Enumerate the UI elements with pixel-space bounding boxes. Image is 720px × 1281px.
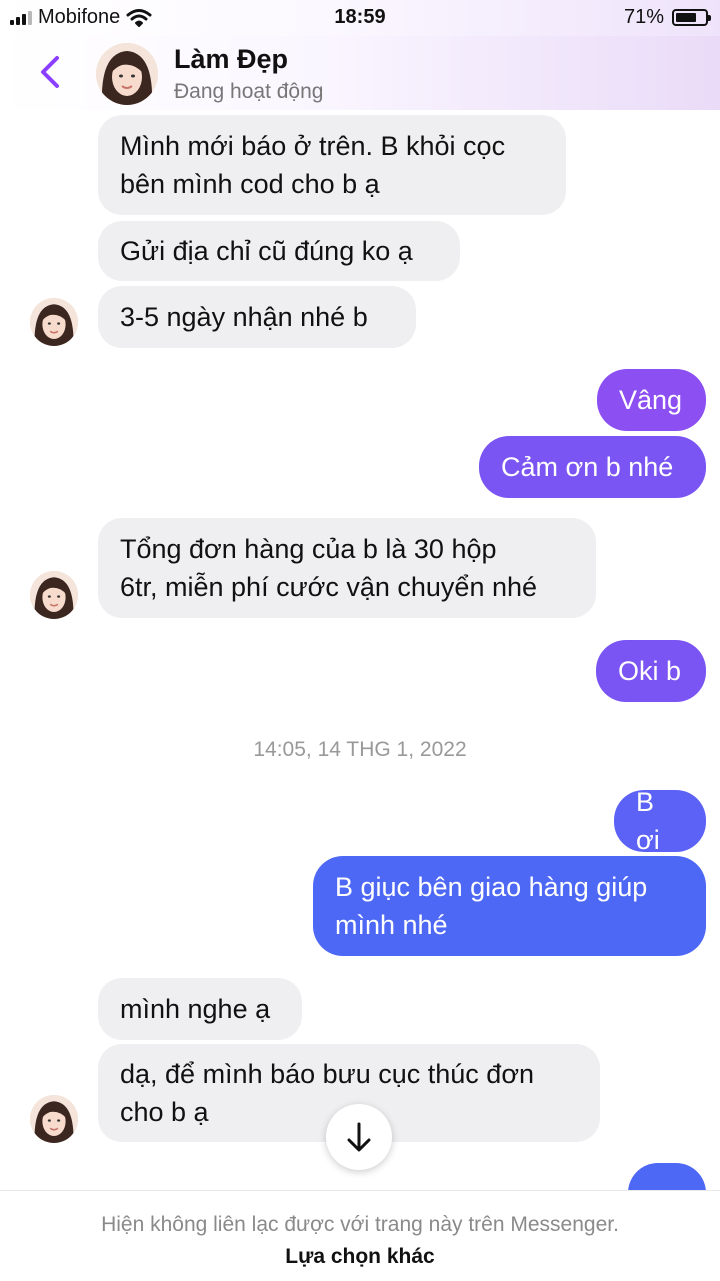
message-bubble-incoming[interactable]: Tổng đơn hàng của b là 30 hộp 6tr, miễn p… xyxy=(98,518,596,618)
avatar xyxy=(30,298,78,346)
message-line: mình nghe ạ xyxy=(120,994,271,1024)
message-bubble-outgoing[interactable]: Oki b xyxy=(596,640,706,702)
battery-status: 71% xyxy=(623,6,711,29)
contact-name[interactable]: Làm Đẹp xyxy=(174,44,288,75)
message-line: bên mình cod cho b ạ xyxy=(120,169,380,199)
footer: Hiện không liên lạc được với trang này t… xyxy=(0,1190,720,1281)
message-line: Tổng đơn hàng của b là 30 hộp xyxy=(120,534,497,564)
timestamp: 14:05, 14 THG 1, 2022 xyxy=(253,738,467,761)
other-options-button[interactable]: Lựa chọn khác xyxy=(0,1245,720,1269)
message-line: 6tr, miễn phí cước vận chuyển nhé xyxy=(120,572,538,602)
message-line: Oki b xyxy=(618,656,682,686)
battery-percent: 71% xyxy=(623,6,664,28)
message-bubble-incoming[interactable]: Mình mới báo ở trên. B khỏi cọc bên mình … xyxy=(98,115,566,215)
chevron-left-icon[interactable] xyxy=(30,48,70,96)
message-line: cho b ạ xyxy=(120,1097,209,1127)
avatar xyxy=(30,571,78,619)
arrow-down-icon xyxy=(347,1122,371,1152)
message-line: Cảm ơn b nhé xyxy=(501,452,674,482)
unavailable-notice: Hiện không liên lạc được với trang này t… xyxy=(101,1213,619,1236)
message-line: dạ, để mình báo bưu cục thúc đơn xyxy=(120,1059,535,1089)
battery-fill xyxy=(676,13,696,22)
message-bubble-incoming[interactable]: 3-5 ngày nhận nhé b xyxy=(98,286,416,348)
clock: 18:59 xyxy=(334,6,386,28)
message-bubble-incoming[interactable]: mình nghe ạ xyxy=(98,978,302,1040)
message-line: Gửi địa chỉ cũ đúng ko ạ xyxy=(120,236,413,266)
message-bubble-outgoing[interactable]: B giục bên giao hàng giúp mình nhé xyxy=(313,856,706,956)
message-line: Vâng xyxy=(619,385,683,415)
message-bubble-outgoing[interactable]: B ơi xyxy=(614,787,706,855)
status-bar: Mobifone 18:59 71% xyxy=(0,0,720,36)
active-status: Đang hoạt động xyxy=(174,80,324,103)
battery-icon xyxy=(672,9,711,26)
message-line: Mình mới báo ở trên. B khỏi cọc xyxy=(120,131,506,161)
message-bubble-outgoing[interactable]: Cảm ơn b nhé xyxy=(479,436,706,498)
avatar xyxy=(30,1095,78,1143)
message-bubble-incoming[interactable]: Gửi địa chỉ cũ đúng ko ạ xyxy=(98,221,460,281)
message-line: B giục bên giao hàng giúp xyxy=(335,872,648,902)
avatar[interactable] xyxy=(96,43,158,105)
message-line: B ơi xyxy=(636,787,660,855)
message-line: mình nhé xyxy=(335,910,448,940)
message-bubble-outgoing[interactable]: Vâng xyxy=(597,369,706,431)
chat-header: Làm Đẹp Đang hoạt động xyxy=(0,36,720,110)
scroll-to-bottom-button[interactable] xyxy=(326,1104,392,1170)
message-line: 3-5 ngày nhận nhé b xyxy=(120,302,368,332)
